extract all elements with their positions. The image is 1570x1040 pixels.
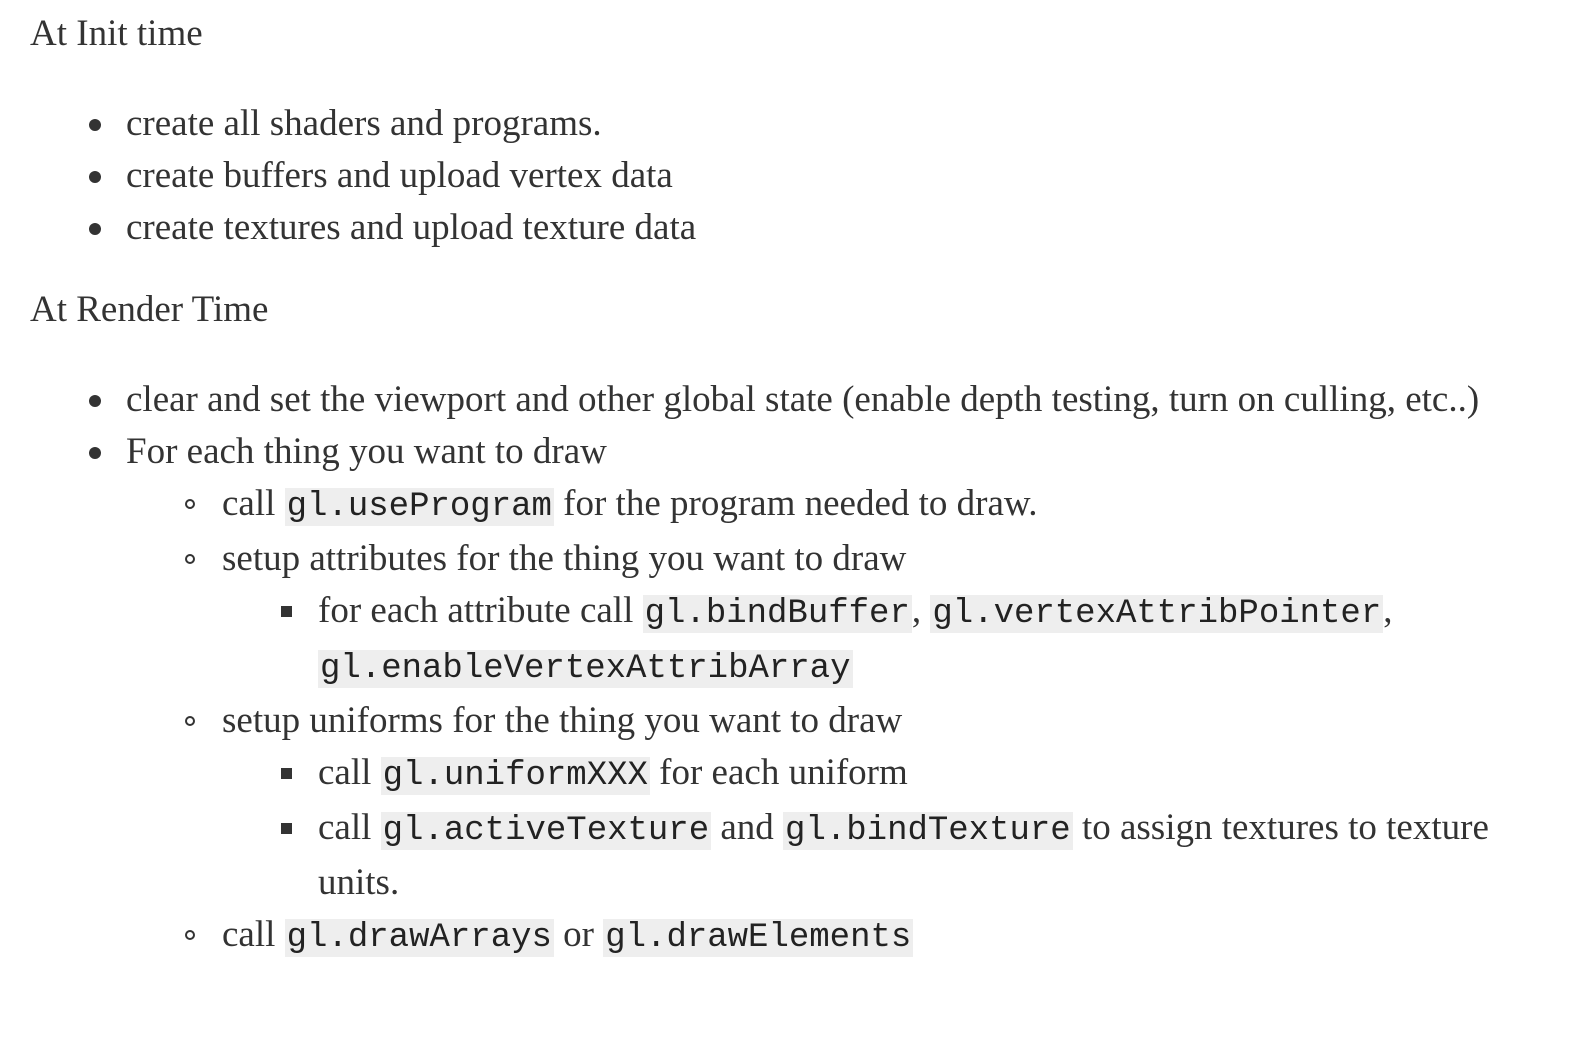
inline-code: gl.useProgram <box>284 488 554 526</box>
bullet-disc-icon <box>89 223 101 235</box>
list-item: call gl.uniformXXX for each uniform <box>222 747 1520 802</box>
bullet-circle-icon <box>185 716 195 726</box>
inline-code: gl.enableVertexAttribArray <box>318 650 853 688</box>
inline-code: gl.bindBuffer <box>642 595 912 633</box>
list-item: setup attributes for the thing you want … <box>126 533 1520 695</box>
bullet-square-icon <box>281 823 292 834</box>
init-heading: At Init time <box>30 13 203 54</box>
init-list: create all shaders and programs. create … <box>30 98 1570 254</box>
inline-code: gl.activeTexture <box>380 812 712 850</box>
inline-code: gl.vertexAttribPointer <box>930 595 1384 633</box>
render-list: clear and set the viewport and other glo… <box>30 374 1570 964</box>
bullet-circle-icon <box>185 499 195 509</box>
document: At Init time create all shaders and prog… <box>0 0 1570 964</box>
list-item: for each attribute call gl.bindBuffer, g… <box>222 585 1520 695</box>
list-item: create all shaders and programs. <box>30 98 1570 150</box>
render-heading: At Render Time <box>30 289 269 330</box>
list-item: create textures and upload texture data <box>30 202 1570 254</box>
inline-code: gl.drawElements <box>603 919 914 957</box>
inline-code: gl.bindTexture <box>783 812 1073 850</box>
bullet-disc-icon <box>89 171 101 183</box>
list-item: clear and set the viewport and other glo… <box>30 374 1570 426</box>
list-item: For each thing you want to draw call gl.… <box>30 426 1570 964</box>
list-item: create buffers and upload vertex data <box>30 150 1570 202</box>
bullet-circle-icon <box>185 554 195 564</box>
draw-steps-list: call gl.useProgram for the program neede… <box>30 478 1520 964</box>
bullet-disc-icon <box>89 447 101 459</box>
bullet-disc-icon <box>89 395 101 407</box>
attribute-steps-list: for each attribute call gl.bindBuffer, g… <box>126 585 1520 695</box>
list-item: call gl.activeTexture and gl.bindTexture… <box>222 802 1520 909</box>
bullet-square-icon <box>281 768 292 779</box>
list-item: setup uniforms for the thing you want to… <box>126 695 1520 909</box>
bullet-circle-icon <box>185 930 195 940</box>
list-item: call gl.useProgram for the program neede… <box>126 478 1520 533</box>
inline-code: gl.drawArrays <box>284 919 554 957</box>
bullet-disc-icon <box>89 119 101 131</box>
inline-code: gl.uniformXXX <box>380 757 650 795</box>
list-item: call gl.drawArrays or gl.drawElements <box>126 909 1520 964</box>
bullet-square-icon <box>281 606 292 617</box>
uniform-steps-list: call gl.uniformXXX for each uniform call… <box>126 747 1520 909</box>
